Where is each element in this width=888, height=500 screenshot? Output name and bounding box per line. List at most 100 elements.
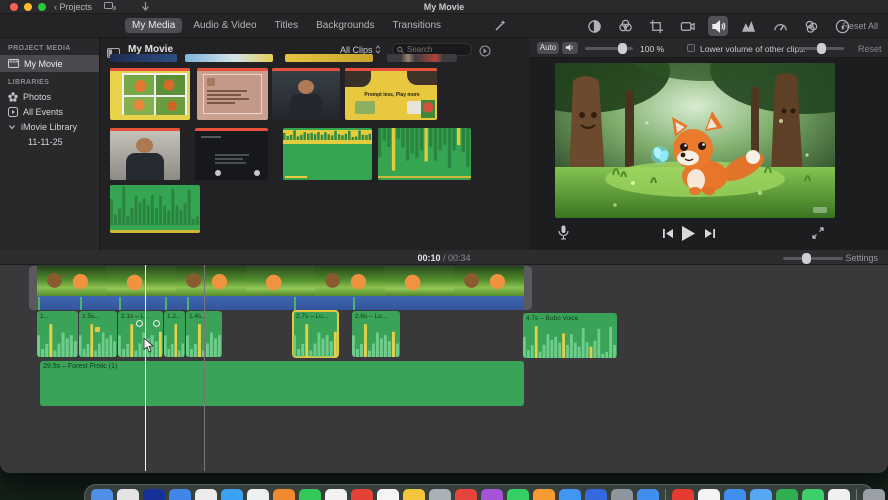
volume-slider[interactable]: [585, 43, 633, 54]
lower-volume-checkbox[interactable]: [687, 44, 695, 52]
reset-all-button[interactable]: Reset All: [842, 21, 878, 31]
media-thumb-presenter-2[interactable]: [110, 128, 180, 180]
timeline-zoom-knob[interactable]: [802, 253, 811, 264]
audio-clip[interactable]: 1.5s...: [79, 311, 117, 357]
tab-backgrounds[interactable]: Backgrounds: [309, 18, 381, 33]
enhance-wand-icon[interactable]: [493, 19, 507, 38]
playhead[interactable]: [145, 265, 146, 471]
media-thumb-promo[interactable]: Prompt less, Play more: [345, 68, 437, 120]
dock-app-icon[interactable]: [91, 489, 113, 500]
dock-app-icon[interactable]: [698, 489, 720, 500]
clip-label: 1.2...: [167, 313, 182, 320]
media-thumb-partial[interactable]: [285, 54, 373, 62]
dock-app-icon[interactable]: [724, 489, 746, 500]
media-thumb-fox-collage[interactable]: [110, 68, 190, 120]
audio-clip[interactable]: 4.7s – Bobo Voice: [523, 313, 617, 358]
crop-icon[interactable]: [646, 16, 666, 36]
media-thumb-partial[interactable]: [110, 54, 177, 62]
dock-app-icon[interactable]: [325, 489, 347, 500]
trim-handle-right[interactable]: [524, 266, 532, 310]
timeline-zoom-slider[interactable]: [783, 253, 843, 264]
color-correction-icon[interactable]: [615, 16, 635, 36]
fade-handle[interactable]: [136, 320, 143, 327]
video-preview[interactable]: [555, 63, 835, 218]
dock-app-icon[interactable]: [195, 489, 217, 500]
fullscreen-icon[interactable]: [812, 227, 824, 239]
voiceover-mic-icon[interactable]: [558, 225, 569, 240]
lower-volume-slider[interactable]: [798, 43, 844, 54]
next-frame-button[interactable]: [705, 229, 715, 238]
dock-app-icon[interactable]: [117, 489, 139, 500]
mute-button[interactable]: [562, 42, 578, 54]
dock-app-icon[interactable]: [351, 489, 373, 500]
sidebar-item-all-events[interactable]: All Events: [0, 104, 99, 119]
dock-app-icon[interactable]: [559, 489, 581, 500]
sidebar-item-event-date[interactable]: 11-11-25: [0, 134, 99, 149]
dock-app-icon[interactable]: [377, 489, 399, 500]
effects-filter-icon[interactable]: [801, 16, 821, 36]
dock-app-icon[interactable]: [455, 489, 477, 500]
dock-app-icon[interactable]: [299, 489, 321, 500]
sidebar-item-imovie-library[interactable]: iMovie Library: [0, 119, 99, 134]
audio-clip[interactable]: 1.2...: [164, 311, 185, 357]
media-thumb-partial[interactable]: [387, 54, 457, 62]
audio-clip[interactable]: 2.1s – L...: [118, 311, 163, 357]
dock-app-icon[interactable]: [221, 489, 243, 500]
video-clip-audio-track[interactable]: [37, 296, 524, 310]
trim-handle-left[interactable]: [29, 266, 37, 310]
dock-app-icon[interactable]: [672, 489, 694, 500]
dock-app-icon[interactable]: [750, 489, 772, 500]
dock-app-icon[interactable]: [247, 489, 269, 500]
audio-clip[interactable]: 1...: [37, 311, 78, 357]
play-button[interactable]: [682, 226, 695, 241]
media-thumb-partial[interactable]: [185, 54, 273, 62]
lower-volume-knob[interactable]: [817, 43, 826, 54]
dock-app-icon[interactable]: [533, 489, 555, 500]
previous-frame-button[interactable]: [663, 229, 673, 238]
noise-reduction-icon[interactable]: [739, 16, 759, 36]
audio-clip[interactable]: 2.6s – Lu...: [352, 311, 400, 357]
dock-app-icon[interactable]: [403, 489, 425, 500]
sidebar-item-photos[interactable]: Photos: [0, 89, 99, 104]
dock-app-icon[interactable]: [585, 489, 607, 500]
color-balance-icon[interactable]: [584, 16, 604, 36]
media-thumb-audio-2[interactable]: [378, 128, 471, 180]
dock-app-icon[interactable]: [143, 489, 165, 500]
volume-keyframe[interactable]: [95, 327, 100, 332]
tab-audio-video[interactable]: Audio & Video: [186, 18, 263, 33]
imovie-window: ‹ Projects My Movie My Media Audio & Vide…: [0, 0, 888, 473]
dock-app-icon[interactable]: [169, 489, 191, 500]
fade-handle[interactable]: [153, 320, 160, 327]
dock-app-icon[interactable]: [802, 489, 824, 500]
speed-icon[interactable]: [770, 16, 790, 36]
volume-icon[interactable]: [708, 16, 728, 36]
tab-transitions[interactable]: Transitions: [385, 18, 448, 33]
background-music-clip[interactable]: 29.5s – Forest Frolic (1): [40, 361, 524, 406]
media-thumb-terminal[interactable]: [195, 128, 268, 180]
more-content-icon[interactable]: [479, 44, 491, 62]
dock-app-icon[interactable]: [637, 489, 659, 500]
audio-clip[interactable]: 2.7s – Lu...: [292, 310, 339, 358]
dock-app-icon[interactable]: [429, 489, 451, 500]
volume-slider-knob[interactable]: [618, 43, 627, 54]
dock-app-icon[interactable]: [611, 489, 633, 500]
media-thumb-audio-3[interactable]: [110, 185, 200, 233]
stabilization-icon[interactable]: [677, 16, 697, 36]
dock-app-icon[interactable]: [863, 489, 885, 500]
dock-app-icon[interactable]: [828, 489, 850, 500]
timeline-settings-button[interactable]: Settings: [845, 253, 878, 263]
search-input[interactable]: [407, 45, 467, 54]
tab-my-media[interactable]: My Media: [125, 18, 183, 33]
auto-volume-button[interactable]: Auto: [537, 42, 559, 54]
dock-app-icon[interactable]: [507, 489, 529, 500]
video-clip-filmstrip[interactable]: [37, 266, 524, 296]
media-thumb-audio-1[interactable]: [283, 128, 372, 180]
media-thumb-presenter[interactable]: [272, 68, 340, 120]
media-thumb-notes[interactable]: [197, 68, 268, 120]
tab-titles[interactable]: Titles: [268, 18, 306, 33]
dock-app-icon[interactable]: [273, 489, 295, 500]
dock-app-icon[interactable]: [776, 489, 798, 500]
sidebar-item-my-movie[interactable]: My Movie: [0, 55, 99, 72]
reset-volume-button[interactable]: Reset: [858, 44, 882, 54]
dock-app-icon[interactable]: [481, 489, 503, 500]
